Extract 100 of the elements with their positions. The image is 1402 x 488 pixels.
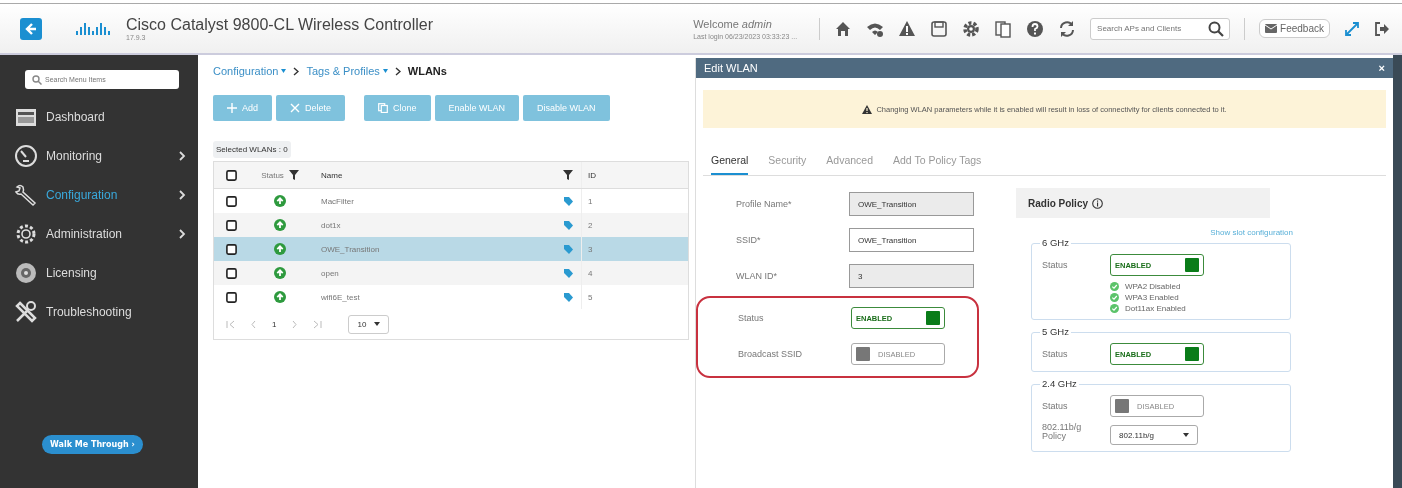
tag-icon: [564, 292, 573, 302]
tab[interactable]: Security: [768, 154, 807, 175]
warning-icon[interactable]: [898, 19, 917, 38]
wrench-icon: [14, 182, 38, 207]
tag-icon: [564, 196, 573, 206]
table-cell: dot1x: [321, 220, 341, 230]
column-header: Name: [321, 170, 343, 180]
caret-down-icon: [281, 69, 287, 73]
table-row[interactable]: open 4: [214, 261, 688, 285]
table-cell: 5: [588, 292, 593, 302]
menu-item[interactable]: Troubleshooting: [2, 292, 198, 331]
tab[interactable]: Advanced: [826, 154, 873, 175]
status-up-icon: [274, 219, 286, 231]
tag-icon: [564, 220, 573, 230]
menu-item[interactable]: Configuration: [2, 175, 198, 214]
field-label: Status: [737, 313, 765, 323]
close-button[interactable]: ×: [1378, 62, 1385, 74]
tag-icon: [564, 244, 573, 254]
gauge-icon: [14, 143, 38, 168]
panel-title: Edit WLAN: [704, 62, 758, 74]
selection-count-badge: Selected WLANs : 0: [213, 141, 291, 158]
filter-icon[interactable]: [563, 170, 573, 180]
check-circle-icon: [1110, 282, 1119, 291]
policy-dropdown[interactable]: 802.11b/g: [1110, 425, 1198, 445]
settings-icon[interactable]: [962, 19, 981, 38]
caret-down-icon: [374, 322, 381, 326]
field-label: Profile Name*: [735, 199, 793, 209]
checkbox[interactable]: [226, 291, 237, 303]
checkbox[interactable]: [226, 219, 237, 231]
table-cell: 3: [588, 244, 593, 254]
page-size-dropdown[interactable]: 10: [348, 314, 390, 334]
table-cell: MacFilter: [321, 196, 354, 206]
field-label: Status: [1042, 349, 1069, 359]
menu-item[interactable]: Administration: [2, 214, 198, 253]
status-up-icon: [274, 291, 286, 303]
table-cell: 2: [588, 220, 593, 230]
slot-config-link[interactable]: Show slot configuration: [1210, 228, 1293, 237]
status-up-icon: [274, 243, 286, 255]
home-icon[interactable]: [834, 19, 853, 38]
breadcrumb-link[interactable]: Configuration: [213, 65, 287, 77]
check-circle-icon: [1110, 304, 1119, 313]
copy-icon: [378, 103, 389, 113]
status-up-icon: [274, 195, 286, 207]
welcome-text: Welcome admin: [693, 17, 773, 30]
field-label: Status: [1042, 401, 1069, 411]
column-header: Status: [261, 170, 284, 180]
checkbox[interactable]: [226, 243, 237, 255]
save-icon[interactable]: [930, 19, 949, 38]
tab[interactable]: Add To Policy Tags: [893, 154, 982, 175]
documents-icon[interactable]: [994, 19, 1013, 38]
check-circle-icon: [1110, 293, 1119, 302]
checkbox[interactable]: [226, 195, 237, 207]
status-note: WPA2 Disabled: [1125, 282, 1181, 291]
input-field[interactable]: OWE_Transition: [849, 192, 974, 216]
logout-icon[interactable]: [1374, 20, 1390, 37]
filter-icon[interactable]: [288, 170, 299, 180]
page-number[interactable]: 1: [272, 319, 277, 329]
caret-down-icon: [382, 69, 388, 73]
help-icon[interactable]: [1026, 19, 1045, 38]
field-label: Status: [1042, 260, 1069, 270]
menu-item[interactable]: Licensing: [2, 253, 198, 292]
table-cell: open: [321, 268, 339, 278]
checkbox[interactable]: [226, 169, 237, 181]
tools-icon: [14, 299, 38, 324]
status-note: WPA3 Enabled: [1125, 293, 1179, 302]
table-row[interactable]: OWE_Transition 3: [214, 237, 688, 261]
group-title: 5 GHz: [1040, 326, 1071, 337]
menu-item[interactable]: Monitoring: [2, 136, 198, 175]
field-label: Broadcast SSID: [737, 349, 804, 359]
search-field[interactable]: Search APs and Clients: [1090, 17, 1231, 40]
table-cell: OWE_Transition: [321, 244, 380, 254]
menu-item[interactable]: Dashboard: [2, 97, 198, 136]
table-cell: 4: [588, 268, 593, 278]
tab[interactable]: General: [711, 154, 749, 175]
field-label: WLAN ID*: [735, 271, 778, 281]
search-icon[interactable]: [1208, 20, 1225, 37]
input-field[interactable]: 3: [849, 264, 974, 288]
envelope-icon: [1265, 24, 1278, 33]
table-cell: wifi6E_test: [321, 292, 360, 302]
checkbox[interactable]: [226, 267, 237, 279]
group-title: 6 GHz: [1040, 237, 1071, 248]
disc-icon: [14, 260, 38, 285]
app-title: Cisco Catalyst 9800-CL Wireless Controller: [126, 16, 434, 34]
input-field[interactable]: OWE_Transition: [849, 228, 974, 252]
breadcrumb-current: WLANs: [407, 65, 447, 77]
status-up-icon: [274, 267, 286, 279]
refresh-icon[interactable]: [1058, 19, 1077, 38]
walk-me-through-button[interactable]: Walk Me Through ›: [42, 435, 143, 454]
field-label: 802.11b/g Policy: [1042, 423, 1083, 441]
close-icon: [290, 103, 300, 113]
group-title: 2.4 GHz: [1040, 378, 1079, 389]
tag-icon: [564, 268, 573, 278]
table-row[interactable]: wifi6E_test 5: [214, 285, 688, 309]
logo-bars-icon: [76, 20, 112, 37]
field-label: SSID*: [735, 235, 762, 245]
breadcrumb-link[interactable]: Tags & Profiles: [306, 65, 388, 77]
table-row[interactable]: dot1x 2: [214, 213, 688, 237]
caret-down-icon: [1183, 433, 1189, 437]
expand-icon[interactable]: [1344, 20, 1360, 37]
feedback-button[interactable]: Feedback: [1259, 19, 1330, 38]
